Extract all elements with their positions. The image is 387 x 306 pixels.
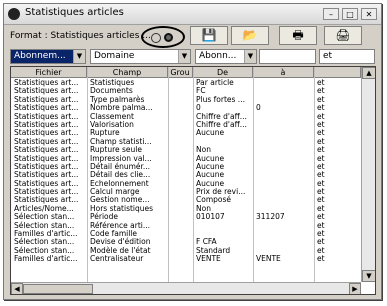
size-grip	[375, 282, 376, 295]
column-header-champ[interactable]: Champ	[87, 67, 168, 78]
table-row[interactable]: Statistiques art... Documents FC et	[11, 86, 361, 95]
cell-groupe[interactable]	[171, 254, 192, 263]
domain-select-value: Domaine	[94, 51, 135, 61]
toolbar: Format : Statistiques articles ... 💾 📂 🖶…	[4, 25, 381, 49]
table-row[interactable]: Statistiques art... Détail énumér... Aucun…	[11, 162, 361, 171]
table-row[interactable]: Sélection stan... Période 010107 311207 et	[11, 212, 361, 221]
scroll-down-icon[interactable]: ▼	[362, 270, 375, 282]
table-row[interactable]: Sélection stan... Référence arti... et	[11, 221, 361, 230]
abonnement-select-value: Abonn...	[199, 51, 237, 61]
criteria-grid: Fichier Champ Grou De à Statistiques art…	[10, 66, 376, 295]
horizontal-scrollbar[interactable]: ◀ ▶	[11, 282, 361, 294]
table-row[interactable]: Familles d'artic... Code famille et	[11, 229, 361, 238]
scroll-left-icon[interactable]: ◀	[11, 283, 23, 294]
cell-a[interactable]: VENTE	[256, 254, 313, 263]
table-row[interactable]: Statistiques art... Détail des clie... Auc…	[11, 170, 361, 179]
cell-operator[interactable]: et	[317, 254, 357, 263]
table-row[interactable]: Statistiques art... Impression val... Aucu…	[11, 154, 361, 163]
column-header-groupe[interactable]: Grou	[168, 67, 193, 78]
abonnement-select[interactable]: Abonn... ▼	[195, 49, 257, 64]
table-row[interactable]: Statistiques art... Champ statisti... et	[11, 137, 361, 146]
logic-field[interactable]: et	[319, 49, 375, 64]
filter-bar: Abonnem... ▼ Domaine ▼ Abonn... ▼ et	[4, 49, 381, 65]
column-header-operator[interactable]	[314, 67, 361, 78]
type-select[interactable]: Abonnem... ▼	[10, 49, 86, 64]
folder-open-icon: 📂	[242, 28, 258, 42]
table-row[interactable]: Statistiques art... Valorisation Chiffre d…	[11, 120, 361, 129]
chevron-down-icon[interactable]: ▼	[73, 50, 85, 63]
column-header-de[interactable]: De	[193, 67, 253, 78]
cell-fichier[interactable]: Familles d'artic...	[14, 254, 86, 263]
cell-de[interactable]: VENTE	[196, 254, 252, 263]
open-button[interactable]: 📂	[231, 26, 269, 45]
table-row[interactable]: Statistiques art... Calcul marge Prix de r…	[11, 187, 361, 196]
table-row[interactable]: Statistiques art... Rupture Aucune et	[11, 128, 361, 137]
column-header-a[interactable]: à	[253, 67, 314, 78]
domain-select[interactable]: Domaine ▼	[90, 49, 191, 64]
scroll-right-icon[interactable]: ▶	[349, 283, 361, 294]
scroll-up-icon[interactable]: ▲	[362, 67, 375, 79]
minimize-button[interactable]: –	[323, 8, 339, 20]
scroll-thumb[interactable]	[23, 284, 93, 294]
print-preview-button[interactable]: 🖶	[279, 26, 317, 45]
table-row[interactable]: Sélection stan... Modèle de l'état Standar…	[11, 246, 361, 255]
grid-rows: Statistiques art... Statistiques Par artic…	[11, 78, 361, 263]
table-row[interactable]: Statistiques art... Gestion nome... Compos…	[11, 195, 361, 204]
maximize-button[interactable]: □	[342, 8, 358, 20]
table-row[interactable]: Statistiques art... Echelonnement Aucune et	[11, 179, 361, 188]
format-label: Format : Statistiques articles ...	[10, 31, 151, 41]
vertical-scrollbar[interactable]: ▲ ▼	[361, 67, 375, 282]
table-row[interactable]: Statistiques art... Type palmarès Plus for…	[11, 95, 361, 104]
print-preview-icon: 🖶	[292, 28, 304, 42]
table-row[interactable]: Statistiques art... Rupture seule Non et	[11, 145, 361, 154]
table-row[interactable]: Statistiques art... Nombre palma... 0 0 et	[11, 103, 361, 112]
table-row[interactable]: Statistiques art... Statistiques Par artic…	[11, 78, 361, 87]
printer-icon: 🖨	[335, 28, 351, 42]
format-option-selected-icon[interactable]	[164, 33, 173, 42]
logic-field-text: et	[323, 51, 333, 61]
chevron-down-icon[interactable]: ▼	[178, 50, 190, 63]
table-row[interactable]: Statistiques art... Classement Chiffre d'a…	[11, 112, 361, 121]
window-title: Statistiques articles	[25, 7, 124, 18]
table-row[interactable]: Articles/Nome... Hors statistiques Non et	[11, 204, 361, 213]
type-select-value: Abonnem...	[14, 51, 66, 61]
floppy-disk-icon: 💾	[201, 28, 217, 42]
title-bar[interactable]: Statistiques articles – □ ✕	[4, 4, 381, 25]
statistiques-window: Statistiques articles – □ ✕ Format : Sta…	[3, 3, 382, 300]
format-option-icon[interactable]	[151, 33, 161, 43]
chevron-down-icon[interactable]: ▼	[244, 50, 256, 63]
table-row[interactable]: Sélection stan... Devise d'édition F CFA et	[11, 237, 361, 246]
column-header-fichier[interactable]: Fichier	[11, 67, 87, 78]
value-field[interactable]	[259, 49, 316, 64]
app-icon	[8, 8, 20, 20]
close-button[interactable]: ✕	[361, 8, 377, 20]
save-button[interactable]: 💾	[190, 26, 228, 45]
table-row[interactable]: Familles d'artic... Centralisateur VENTE VE…	[11, 254, 361, 263]
print-button[interactable]: 🖨	[324, 26, 362, 45]
cell-champ[interactable]: Centralisateur	[90, 254, 167, 263]
format-toggle[interactable]	[141, 26, 185, 48]
